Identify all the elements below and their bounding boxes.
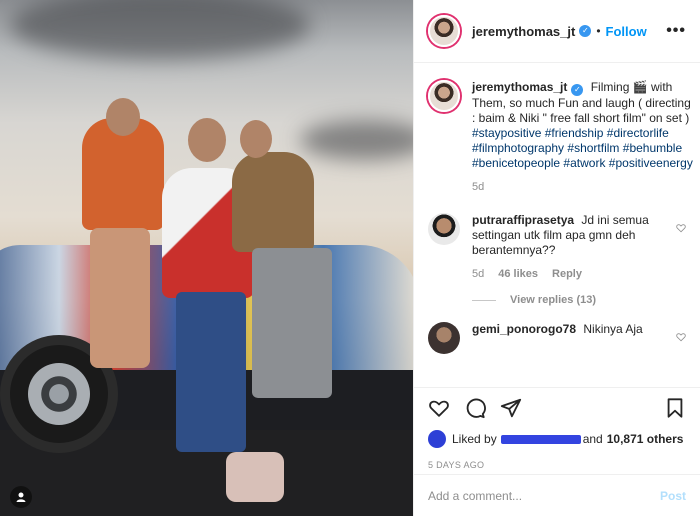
hashtag[interactable]: #shortfilm — [567, 141, 619, 155]
heart-icon[interactable] — [428, 397, 450, 419]
comment-likes[interactable]: 46 likes — [498, 268, 538, 280]
follow-button[interactable]: Follow — [606, 24, 647, 39]
photo-head-1 — [106, 98, 140, 136]
user-tag-icon[interactable] — [10, 486, 32, 508]
verified-icon: ✓ — [571, 84, 584, 96]
view-replies-line — [472, 299, 496, 301]
caption-meta: 5d — [472, 181, 694, 193]
comment-text: putraraffiprasetya Jd ini semua settinga… — [472, 213, 662, 258]
comment-input[interactable] — [428, 488, 660, 503]
header-separator: • — [596, 24, 601, 38]
comment-icon[interactable] — [464, 397, 486, 419]
comment-heart-icon[interactable] — [676, 223, 686, 233]
photo-person-3 — [232, 152, 314, 252]
bookmark-icon[interactable] — [664, 397, 686, 419]
comment-avatar[interactable] — [428, 213, 460, 245]
redacted-username — [500, 434, 581, 444]
post-timestamp[interactable]: 5 DAYS AGO — [428, 460, 686, 470]
comment-meta: 5d 46 likes Reply — [472, 268, 662, 280]
post-photo[interactable] — [0, 0, 413, 516]
liked-by-prefix: Liked by — [452, 432, 497, 446]
add-comment-bar: Post — [414, 474, 700, 516]
photo-legs-3 — [252, 248, 332, 398]
photo-head-2 — [188, 118, 226, 162]
likes-count[interactable]: 10,871 others — [607, 432, 684, 446]
caption-username[interactable]: jeremythomas_jt — [472, 80, 567, 94]
post-actions: Liked by and 10,871 others 5 DAYS AGO — [414, 387, 700, 470]
comment-item: gemi_ponorogo78 Nikinya Aja — [428, 322, 686, 354]
share-icon[interactable] — [500, 397, 522, 419]
liked-by-suffix: and — [582, 432, 603, 446]
comments-list[interactable]: jeremythomas_jt ✓ Filming 🎬 with Them, so… — [414, 64, 700, 387]
hashtag[interactable]: #positiveenergy — [609, 156, 693, 170]
comment-avatar[interactable] — [428, 322, 460, 354]
comment-age[interactable]: 5d — [472, 268, 484, 280]
hashtag[interactable]: #behumble — [623, 141, 682, 155]
comment-heart-icon[interactable] — [676, 332, 686, 342]
post-side-panel: jeremythomas_jt ✓ • Follow ••• jeremytho… — [413, 0, 700, 516]
author-avatar[interactable] — [428, 15, 460, 47]
hashtag[interactable]: #benicetopeople — [472, 156, 560, 170]
comment-username[interactable]: gemi_ponorogo78 — [472, 322, 576, 336]
view-replies-label: View replies (13) — [510, 294, 597, 306]
action-icons — [428, 396, 686, 420]
comment-text: gemi_ponorogo78 Nikinya Aja — [472, 322, 662, 337]
comment-body: Nikinya Aja — [583, 322, 643, 336]
caption: jeremythomas_jt ✓ Filming 🎬 with Them, so… — [428, 80, 693, 193]
photo-cloud — [300, 120, 413, 160]
hashtag[interactable]: #filmphotography — [472, 141, 564, 155]
comment-username[interactable]: putraraffiprasetya — [472, 213, 574, 227]
caption-age[interactable]: 5d — [472, 181, 484, 193]
photo-cloud — [10, 0, 310, 60]
post-header: jeremythomas_jt ✓ • Follow ••• — [414, 0, 700, 63]
more-icon[interactable]: ••• — [666, 22, 686, 40]
photo-head-3 — [240, 120, 272, 158]
caption-text: jeremythomas_jt ✓ Filming 🎬 with Them, so… — [472, 80, 694, 171]
reply-button[interactable]: Reply — [552, 268, 582, 280]
liker-avatar[interactable] — [428, 430, 446, 448]
photo-shoes-2 — [226, 452, 284, 502]
photo-legs-2 — [176, 292, 246, 452]
caption-avatar[interactable] — [428, 80, 460, 112]
verified-icon: ✓ — [579, 25, 592, 37]
hashtag[interactable]: #directorlife — [607, 126, 669, 140]
hashtag[interactable]: #friendship — [545, 126, 604, 140]
comment-item: putraraffiprasetya Jd ini semua settinga… — [428, 213, 686, 280]
hashtag[interactable]: #atwork — [563, 156, 605, 170]
author-username[interactable]: jeremythomas_jt — [472, 24, 575, 39]
liked-by: Liked by and 10,871 others — [428, 430, 686, 448]
post-button[interactable]: Post — [660, 489, 686, 503]
hashtag[interactable]: #staypositive — [472, 126, 541, 140]
view-replies-button[interactable]: View replies (13) — [472, 294, 686, 306]
photo-legs-1 — [90, 228, 150, 368]
